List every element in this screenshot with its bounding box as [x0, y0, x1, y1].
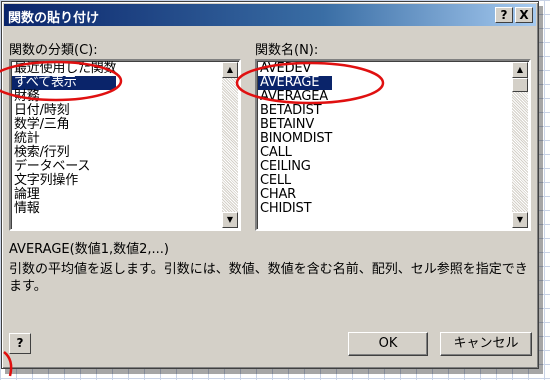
category-list-item[interactable]: 情報: [12, 202, 116, 216]
ok-button[interactable]: OK: [348, 332, 428, 356]
category-list-item[interactable]: 論理: [12, 188, 116, 202]
scroll-up-arrow-icon[interactable]: ▲: [512, 62, 528, 78]
function-list-item[interactable]: AVEDEV: [258, 62, 332, 76]
scroll-down-arrow-icon[interactable]: ▼: [222, 212, 238, 228]
function-list-item[interactable]: CEILING: [258, 160, 332, 174]
function-syntax: AVERAGE(数値1,数値2,...): [9, 242, 169, 257]
category-label: 関数の分類(C):: [9, 43, 98, 58]
category-list-item[interactable]: 数学/三角: [12, 118, 116, 132]
function-scrollbar[interactable]: ▲ ▼: [512, 62, 528, 228]
function-list-item[interactable]: CHAR: [258, 188, 332, 202]
category-list-item[interactable]: データベース: [12, 160, 116, 174]
function-list-item[interactable]: CELL: [258, 174, 332, 188]
category-list-item[interactable]: 日付/時刻: [12, 104, 116, 118]
category-list: 最近使用した関数 すべて表示 財務 日付/時刻 数学/三角 統計 検索/行列 データベース 文字…: [12, 62, 117, 216]
function-list-item[interactable]: BETAINV: [258, 118, 332, 132]
cancel-button[interactable]: キャンセル: [440, 332, 532, 356]
function-description: 引数の平均値を返します。引数には、数値、数値を含む名前、配列、セル参照を指定でき…: [9, 262, 528, 294]
window-title: 関数の貼り付け: [8, 11, 100, 26]
scroll-up-arrow-icon[interactable]: ▲: [222, 62, 238, 78]
category-list-item[interactable]: 統計: [12, 132, 116, 146]
close-button[interactable]: X: [515, 7, 533, 23]
function-listbox[interactable]: AVEDEV AVERAGE AVERAGEA BETADIST BETAINV BINO…: [255, 59, 531, 231]
category-list-item[interactable]: 財務: [12, 90, 116, 104]
function-list-item[interactable]: AVERAGEA: [258, 90, 332, 104]
function-list-item[interactable]: CALL: [258, 146, 332, 160]
scroll-down-arrow-icon[interactable]: ▼: [512, 212, 528, 228]
title-bar: 関数の貼り付け ? X: [4, 4, 536, 26]
category-list-item[interactable]: 文字列操作: [12, 174, 116, 188]
help-title-button[interactable]: ?: [495, 7, 513, 23]
function-name-label: 関数名(N):: [255, 43, 319, 58]
category-listbox[interactable]: 最近使用した関数 すべて表示 財務 日付/時刻 数学/三角 統計 検索/行列 データベース 文字…: [9, 59, 241, 231]
function-list-item[interactable]: BETADIST: [258, 104, 332, 118]
category-list-item[interactable]: すべて表示: [12, 76, 117, 90]
function-list-item[interactable]: BINOMDIST: [258, 132, 332, 146]
category-list-item[interactable]: 最近使用した関数: [12, 62, 117, 76]
function-list-item[interactable]: AVERAGE: [258, 76, 333, 90]
help-icon[interactable]: ?: [9, 333, 31, 354]
category-scrollbar[interactable]: ▲ ▼: [222, 62, 238, 228]
function-list-item[interactable]: CHIDIST: [258, 202, 332, 216]
category-list-item[interactable]: 検索/行列: [12, 146, 116, 160]
title-buttons: ? X: [495, 7, 533, 23]
function-list: AVEDEV AVERAGE AVERAGEA BETADIST BETAINV BINO…: [258, 62, 332, 216]
paste-function-dialog: 関数の貼り付け ? X 関数の分類(C): 最近使用した関数 すべて表示 財務 日付/…: [1, 1, 539, 369]
scroll-thumb[interactable]: [512, 78, 528, 92]
